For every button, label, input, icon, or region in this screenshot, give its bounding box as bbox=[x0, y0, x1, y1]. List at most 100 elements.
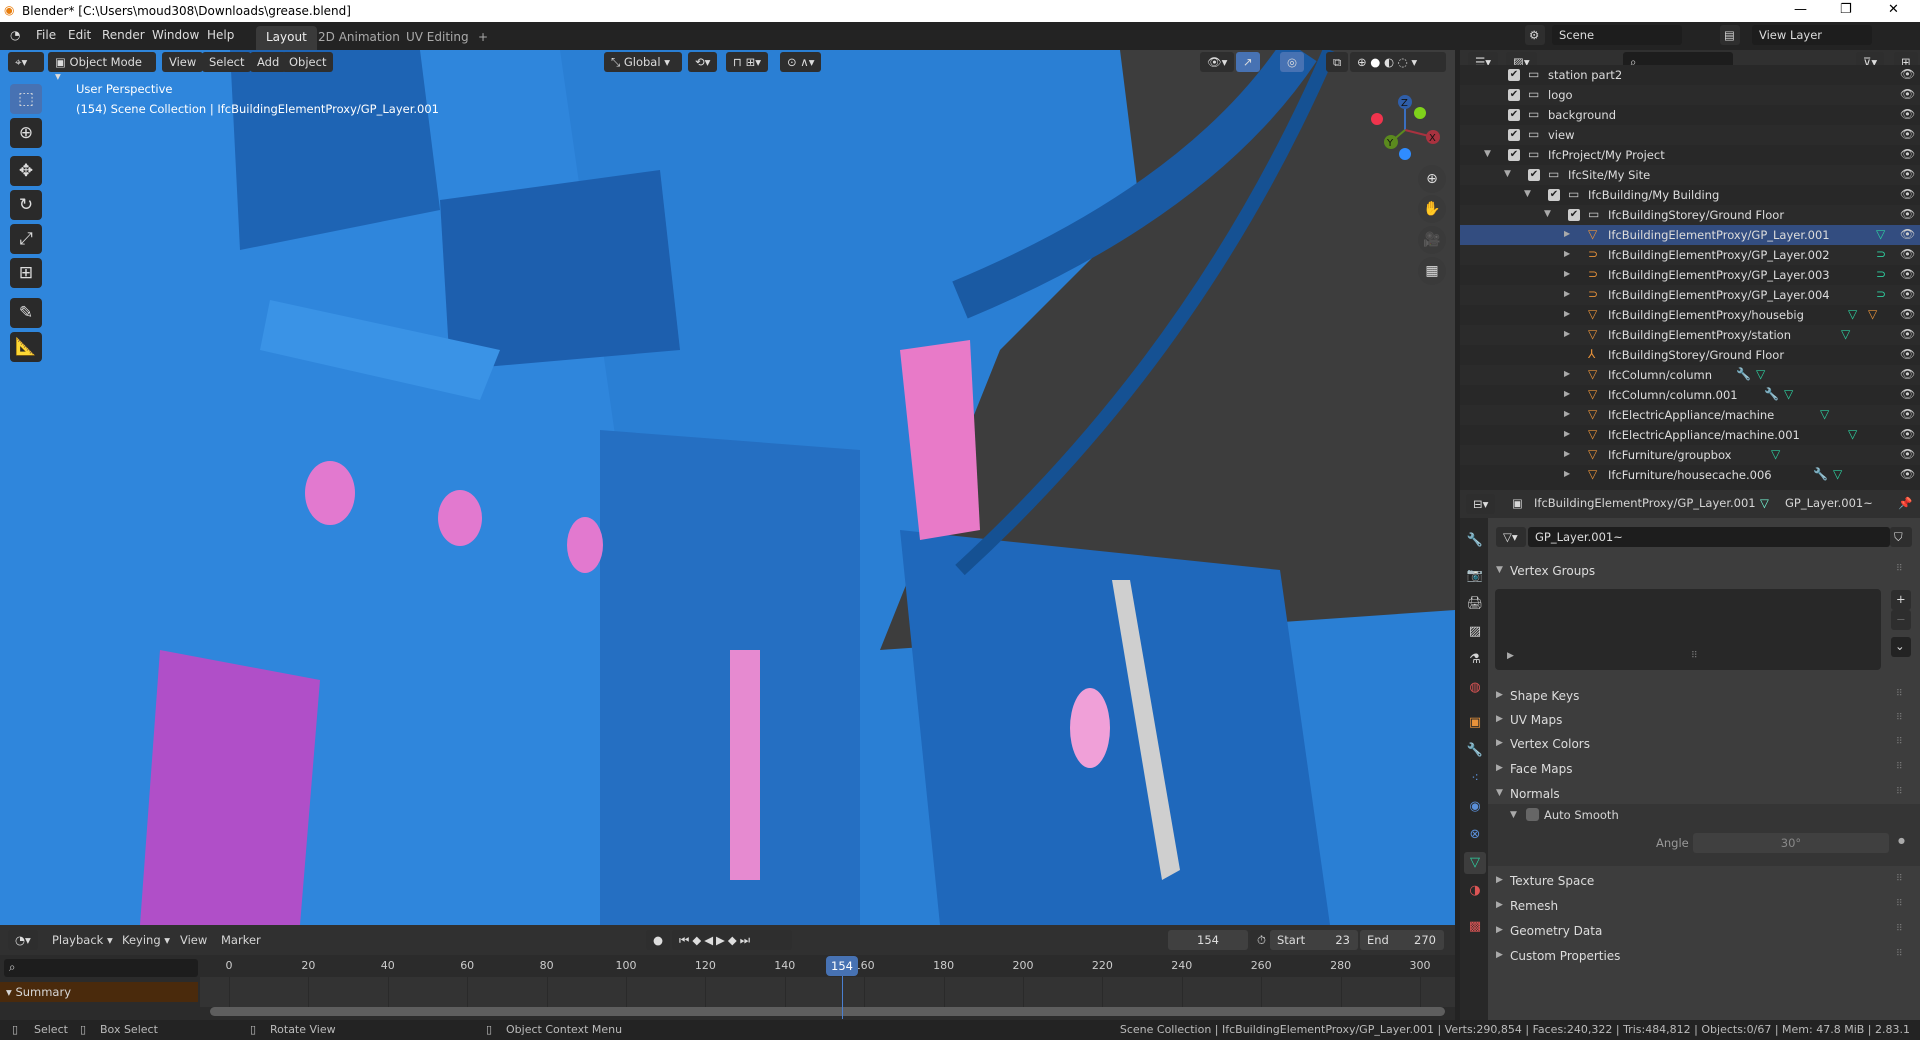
drag-handle-icon[interactable]: ⠿ bbox=[1896, 787, 1903, 797]
select-box-tool-icon[interactable]: ⬚ bbox=[10, 84, 42, 114]
snap-icon[interactable]: ⊓ ⊞▾ bbox=[726, 52, 769, 72]
scene-icon[interactable]: ⚙ bbox=[1525, 25, 1545, 45]
overlay-toggle-icon[interactable]: ◎ bbox=[1280, 52, 1305, 72]
outliner-row[interactable]: ▶ ▽ IfcColumn/column 🔧 ▽ 👁 bbox=[1460, 365, 1920, 385]
drag-handle-icon[interactable]: ⠿ bbox=[1896, 762, 1903, 772]
keyframe-dot-icon[interactable]: ● bbox=[1898, 836, 1905, 845]
zoom-icon[interactable]: ⊕ bbox=[1418, 165, 1446, 193]
visibility-eye-icon[interactable]: 👁 bbox=[1900, 247, 1915, 261]
output-tab-icon[interactable]: 🖨 bbox=[1464, 593, 1486, 615]
outliner-row[interactable]: ▶ ▽ IfcBuildingElementProxy/housebig ▽ ▽ 👁 bbox=[1460, 305, 1920, 325]
mesh-browse-icon[interactable]: ▽▾ bbox=[1496, 527, 1526, 547]
visibility-eye-icon[interactable]: 👁 bbox=[1900, 467, 1915, 481]
outliner-row[interactable]: ▶ ▽ IfcElectricAppliance/machine.001 ▽ 👁 bbox=[1460, 425, 1920, 445]
current-frame-field[interactable]: 154 bbox=[1168, 930, 1248, 950]
ortho-grid-icon[interactable]: ▦ bbox=[1418, 257, 1446, 285]
drag-handle-icon[interactable]: ⠿ bbox=[1896, 713, 1903, 723]
expand-toggle-icon[interactable]: ▶ bbox=[1564, 409, 1570, 418]
menu-view[interactable]: View bbox=[180, 933, 207, 947]
expand-toggle-icon[interactable]: ▶ bbox=[1564, 389, 1570, 398]
visibility-eye-icon[interactable]: 👁 bbox=[1900, 447, 1915, 461]
curve-data-icon[interactable]: ⊃ bbox=[1876, 247, 1886, 261]
solid-shading-icon[interactable]: ● bbox=[1370, 55, 1380, 69]
move-tool-icon[interactable]: ✥ bbox=[10, 156, 42, 186]
outliner-row[interactable]: ▼ ✔ ▭ IfcProject/My Project 👁 bbox=[1460, 145, 1920, 165]
scene-selector[interactable]: Scene bbox=[1552, 25, 1682, 45]
menu-marker[interactable]: Marker bbox=[221, 933, 261, 947]
outliner-row[interactable]: ▼ ✔ ▭ IfcBuildingStorey/Ground Floor 👁 bbox=[1460, 205, 1920, 225]
summary-channel[interactable]: ▾ Summary bbox=[0, 982, 198, 1002]
physics-tab-icon[interactable]: ◉ bbox=[1464, 796, 1486, 818]
gizmo-toggle-icon[interactable]: ↗ bbox=[1236, 52, 1260, 72]
navigation-gizmo[interactable]: Z X Y bbox=[1365, 90, 1445, 170]
3d-viewport[interactable]: ⌖▾ ▣ Object Mode ▾ View Select Add Objec… bbox=[0, 50, 1455, 925]
expand-toggle-icon[interactable]: ▶ bbox=[1564, 249, 1570, 258]
expand-toggle-icon[interactable]: ▶ bbox=[1564, 329, 1570, 338]
outliner-row[interactable]: ▶ ⊃ IfcBuildingElementProxy/GP_Layer.003 ⊃ 👁 bbox=[1460, 265, 1920, 285]
visibility-eye-icon[interactable]: 👁 bbox=[1900, 427, 1915, 441]
expand-toggle-icon[interactable]: ▶ bbox=[1564, 289, 1570, 298]
transform-orientation[interactable]: ⤡ Global ▾ bbox=[604, 52, 682, 72]
xray-toggle-icon[interactable]: ⧉ bbox=[1326, 52, 1349, 72]
playback-controls[interactable]: ⏮◆◀▶◆⏭ bbox=[672, 930, 792, 950]
visibility-eye-icon[interactable]: 👁 bbox=[1900, 227, 1915, 241]
panel-remesh[interactable]: ▶ Remesh ⠿ bbox=[1496, 895, 1916, 919]
menu-object[interactable]: Object bbox=[282, 52, 334, 72]
fake-user-shield-icon[interactable]: ⛉ bbox=[1890, 527, 1912, 547]
playhead-frame[interactable]: 154 bbox=[826, 956, 858, 976]
visibility-eye-icon[interactable]: 👁 bbox=[1900, 87, 1915, 101]
visibility-eye-icon[interactable]: 👁 bbox=[1900, 287, 1915, 301]
visibility-eye-icon[interactable]: 👁 bbox=[1900, 127, 1915, 141]
modifier-tab-icon[interactable]: 🔧 bbox=[1464, 740, 1486, 762]
auto-smooth-checkbox[interactable] bbox=[1526, 808, 1539, 821]
panel-uv-maps[interactable]: ▶ UV Maps ⠿ bbox=[1496, 709, 1916, 733]
visibility-eye-icon[interactable]: 👁 bbox=[1900, 167, 1915, 181]
drag-handle-icon[interactable]: ⠿ bbox=[1896, 899, 1903, 909]
panel-custom-properties[interactable]: ▶ Custom Properties ⠿ bbox=[1496, 945, 1916, 969]
outliner-row[interactable]: ✔ ▭ view 👁 bbox=[1460, 125, 1920, 145]
tool-tab-icon[interactable]: 🔧 bbox=[1464, 530, 1486, 552]
render-tab-icon[interactable]: 📷 bbox=[1464, 565, 1486, 587]
timeline-scrollbar[interactable] bbox=[210, 1007, 1445, 1016]
gizmo-z[interactable]: Z bbox=[1401, 98, 1408, 109]
modifier-icon[interactable]: 🔧 bbox=[1736, 367, 1751, 381]
visibility-eye-icon[interactable]: 👁 bbox=[1900, 307, 1915, 321]
expand-toggle-icon[interactable]: ▶ bbox=[1564, 429, 1570, 438]
panel-vertex-groups[interactable]: ▼ Vertex Groups ⠿ bbox=[1496, 560, 1916, 584]
record-button-icon[interactable]: ● bbox=[646, 930, 671, 950]
camera-icon[interactable]: 🎥 bbox=[1418, 226, 1446, 254]
expand-toggle-icon[interactable]: ▶ bbox=[1564, 449, 1570, 458]
mesh-data-icon[interactable]: ▽ bbox=[1771, 447, 1780, 461]
visibility-eye-icon[interactable]: 👁 bbox=[1900, 267, 1915, 281]
exclude-checkbox[interactable]: ✔ bbox=[1528, 169, 1540, 181]
outliner-row[interactable]: ▼ ✔ ▭ IfcSite/My Site 👁 bbox=[1460, 165, 1920, 185]
material-tab-icon[interactable]: ◑ bbox=[1464, 880, 1486, 902]
mesh-data-icon[interactable]: ▽ bbox=[1876, 227, 1885, 241]
visibility-eye-icon[interactable]: 👁 bbox=[1900, 67, 1915, 81]
mode-selector[interactable]: ▣ Object Mode ▾ bbox=[48, 52, 156, 83]
menu-help[interactable]: Help bbox=[207, 28, 234, 42]
tab-uv-editing[interactable]: UV Editing bbox=[396, 26, 479, 50]
outliner-row[interactable]: ▼ ✔ ▭ IfcBuilding/My Building 👁 bbox=[1460, 185, 1920, 205]
outliner-row[interactable]: ▶ ▽ IfcBuildingElementProxy/station ▽ 👁 bbox=[1460, 325, 1920, 345]
exclude-checkbox[interactable]: ✔ bbox=[1508, 69, 1520, 81]
drag-handle-icon[interactable]: ⠿ bbox=[1896, 874, 1903, 884]
expand-toggle-icon[interactable]: ▼ bbox=[1484, 149, 1491, 159]
outliner-row[interactable]: ✔ ▭ background 👁 bbox=[1460, 105, 1920, 125]
visibility-eye-icon[interactable]: 👁 bbox=[1900, 147, 1915, 161]
mesh-data-icon[interactable]: ▽ bbox=[1833, 467, 1842, 481]
editor-type-icon[interactable]: ⊟▾ bbox=[1466, 494, 1496, 514]
visibility-icon[interactable]: 👁▾ bbox=[1200, 52, 1235, 72]
pivot-icon[interactable]: ⟲▾ bbox=[688, 52, 718, 72]
close-button[interactable]: ✕ bbox=[1888, 2, 1899, 17]
gizmo-y[interactable]: Y bbox=[1386, 138, 1394, 149]
vertex-groups-list[interactable]: ▶ ⠿ bbox=[1495, 589, 1881, 670]
drag-handle-icon[interactable]: ⠿ bbox=[1896, 737, 1903, 747]
maximize-button[interactable]: ❐ bbox=[1840, 2, 1852, 17]
shading-modes[interactable]: ⊕ ● ◐ ◌ ▾ bbox=[1350, 52, 1446, 72]
curve-data-icon[interactable]: ⊃ bbox=[1876, 267, 1886, 281]
menu-edit[interactable]: Edit bbox=[68, 28, 91, 42]
angle-field[interactable]: 30° bbox=[1693, 833, 1889, 853]
menu-file[interactable]: File bbox=[36, 28, 56, 42]
expand-toggle-icon[interactable]: ▶ bbox=[1564, 229, 1570, 238]
